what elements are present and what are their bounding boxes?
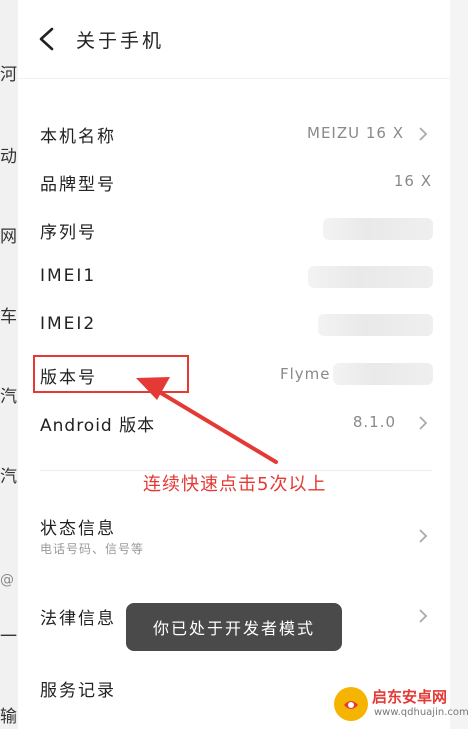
background-text-fragment: @ [0,572,14,588]
background-text-fragment: 河 [0,65,17,85]
background-text-fragment: 汽 [0,387,17,407]
background-text-fragment: 汽 [0,467,17,487]
background-text-fragment: 车 [0,307,17,327]
background-text-fragment: 动 [0,147,17,167]
watermark-url: www.qdhuajin.com [374,707,468,718]
background-text-fragment: 输 [0,707,17,727]
watermark-logo-icon [334,687,368,721]
background-app-strip: 河 动 网 车 汽 汽 @ 一 输 [0,0,18,729]
about-phone-screen: 关于手机 本机名称 MEIZU 16 X 品牌型号 16 X 序列号 IMEI1… [18,0,450,729]
watermark-brand: 启东安卓网 [372,688,448,706]
site-watermark: 启东安卓网 www.qdhuajin.com [334,685,468,725]
background-text-fragment: 网 [0,227,17,247]
annotation-instruction: 连续快速点击5次以上 [143,474,327,495]
background-right-strip [448,0,468,729]
background-text-fragment: 一 [0,627,17,647]
developer-mode-toast: 你已处于开发者模式 [126,603,342,651]
